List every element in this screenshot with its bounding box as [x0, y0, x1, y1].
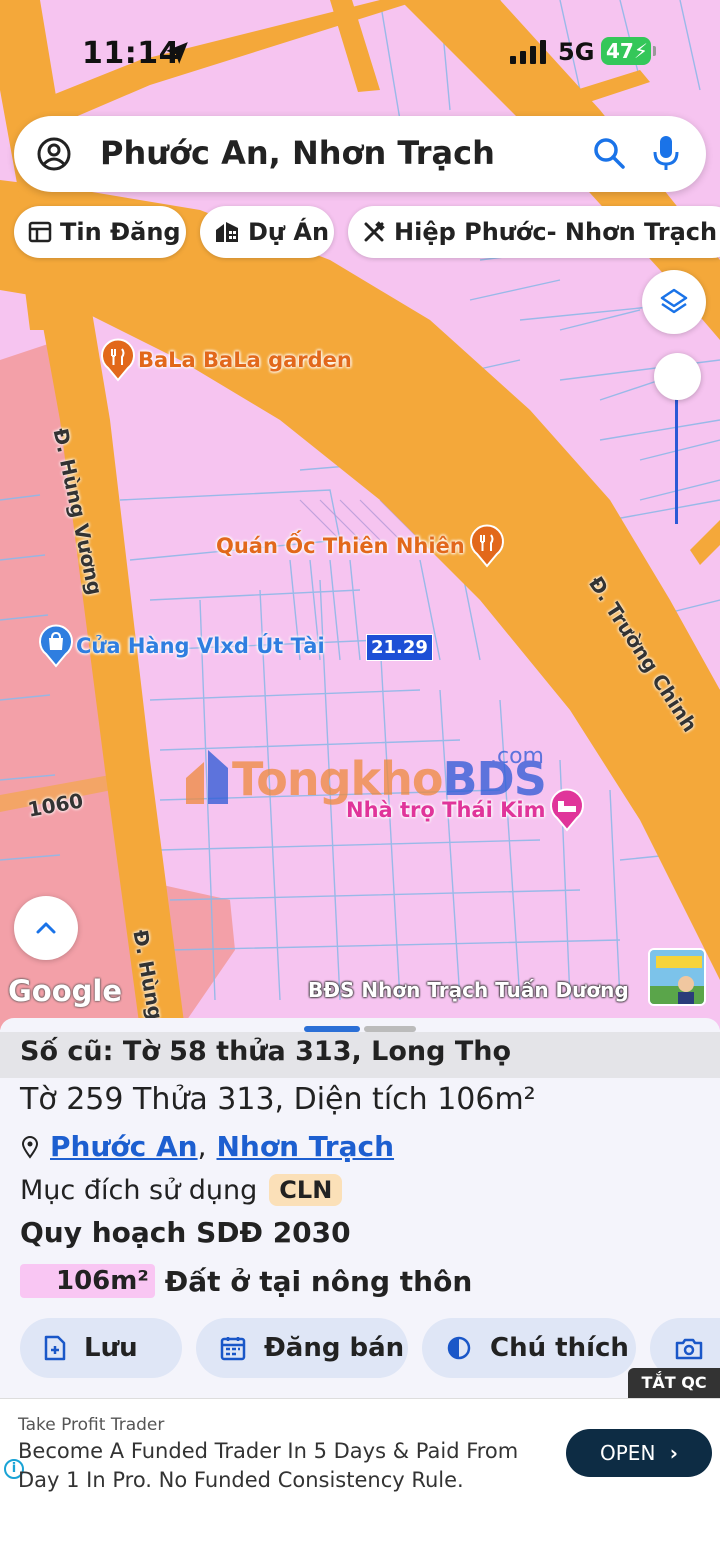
tongkhobds-watermark: Tongkho BDS .com [182, 744, 547, 806]
poi-cua-hang-label: Cửa Hàng Vlxd Út Tài [76, 634, 325, 658]
chip-listings[interactable]: Tin Đăng [14, 206, 186, 258]
chevron-right-icon: › [669, 1441, 678, 1465]
project-icon [216, 222, 238, 242]
watermark-house-icon [186, 750, 228, 804]
plan-title: Quy hoạch SDĐ 2030 [20, 1216, 351, 1249]
listing-icon [28, 221, 52, 243]
close-ad-button[interactable]: TẮT QC [628, 1368, 720, 1398]
parcel-marker[interactable]: 21.29 [366, 634, 433, 661]
ward-link[interactable]: Phước An [50, 1130, 198, 1163]
save-button[interactable]: Lưu [20, 1318, 182, 1378]
chip-listings-label: Tin Đăng [60, 218, 181, 246]
shopping-pin-icon [39, 624, 73, 668]
parcel-info-sheet[interactable]: Số cũ: Tờ 58 thửa 313, Long Thọ Tờ 259 T… [0, 1018, 720, 1398]
purpose-code-badge: CLN [269, 1174, 343, 1206]
poi-cua-hang[interactable]: Cửa Hàng Vlxd Út Tài [36, 624, 325, 668]
account-icon[interactable] [36, 136, 72, 172]
save-button-label: Lưu [84, 1333, 138, 1363]
plan-area-badge: 106m² [20, 1264, 155, 1298]
location-pin-icon [21, 1135, 39, 1159]
old-parcel-reference: Số cũ: Tờ 58 thửa 313, Long Thọ [20, 1036, 512, 1067]
chevron-up-icon [36, 922, 56, 934]
map-attribution: BĐS Nhơn Trạch Tuấn Dương [308, 978, 629, 1002]
post-for-sale-button[interactable]: Đăng bán [196, 1318, 408, 1378]
signal-icon [510, 40, 546, 64]
battery-level: 47 [606, 39, 634, 63]
chip-area-tools[interactable]: Hiệp Phước- Nhơn Trạch d [348, 206, 720, 258]
watermark-text-tongkho: Tongkho [232, 752, 443, 806]
location-arrow-icon [166, 42, 188, 64]
charging-bolt-icon: ⚡ [633, 39, 648, 63]
legend-icon [447, 1336, 471, 1360]
layers-icon [660, 288, 688, 314]
chip-projects-label: Dự Án [248, 218, 330, 246]
status-bar: 11:14 5G 47⚡ [0, 0, 720, 100]
map-view[interactable]: 11:14 5G 47⚡ Phước An, Nhơn Trạch Tin Đă… [0, 0, 720, 1030]
poi-bala-garden-label: BaLa BaLa garden [138, 348, 352, 372]
chip-projects[interactable]: Dự Án [200, 206, 334, 258]
post-for-sale-label: Đăng bán [264, 1333, 405, 1363]
plan-description: Đất ở tại nông thôn [164, 1264, 473, 1298]
battery-indicator: 47⚡ [601, 37, 656, 65]
poi-quan-oc[interactable]: Quán Ốc Thiên Nhiên [216, 524, 507, 568]
save-doc-icon [44, 1335, 66, 1361]
expand-up-button[interactable] [14, 896, 78, 960]
watermark-text-com: .com [490, 744, 544, 769]
restaurant-pin-icon [469, 524, 504, 568]
poi-quan-oc-label: Quán Ốc Thiên Nhiên [216, 534, 465, 558]
plan-row: 106m² Đất ở tại nông thôn [20, 1264, 472, 1298]
search-bar[interactable]: Phước An, Nhơn Trạch [14, 116, 706, 192]
restaurant-pin-icon [101, 338, 135, 382]
legend-button[interactable]: Chú thích [422, 1318, 636, 1378]
search-query[interactable]: Phước An, Nhơn Trạch [100, 134, 495, 172]
ad-banner[interactable]: i Take Profit Trader Become A Funded Tra… [0, 1398, 720, 1508]
network-type: 5G [558, 38, 595, 66]
google-logo: Google [8, 974, 123, 1008]
address-separator: , [197, 1130, 207, 1163]
layers-button[interactable] [642, 270, 706, 334]
calendar-icon [220, 1337, 246, 1361]
lodging-pin-icon [550, 788, 585, 832]
author-thumbnail[interactable] [648, 948, 706, 1006]
ad-open-button[interactable]: OPEN › [566, 1429, 712, 1477]
ad-brand: Take Profit Trader [18, 1415, 165, 1435]
add-photo-icon [675, 1338, 703, 1360]
thumbnail-image [650, 950, 704, 1004]
poi-bala-garden[interactable]: BaLa BaLa garden [98, 338, 352, 382]
parcel-address: Phước An, Nhơn Trạch [20, 1130, 394, 1163]
chip-area-tools-label: Hiệp Phước- Nhơn Trạch d [394, 218, 720, 246]
microphone-icon[interactable] [652, 134, 680, 172]
purpose-label: Mục đích sử dụng [20, 1174, 258, 1206]
district-link[interactable]: Nhơn Trạch [216, 1130, 394, 1163]
parcel-details: Tờ 259 Thửa 313, Diện tích 106m² [20, 1082, 536, 1117]
land-use-purpose: Mục đích sử dụng CLN [20, 1174, 343, 1206]
opacity-slider-handle[interactable] [654, 353, 701, 400]
ad-text: Become A Funded Trader In 5 Days & Paid … [18, 1439, 519, 1492]
legend-button-label: Chú thích [490, 1333, 629, 1363]
tools-icon [364, 221, 385, 242]
ad-open-label: OPEN [600, 1441, 656, 1465]
search-icon[interactable] [592, 136, 626, 170]
